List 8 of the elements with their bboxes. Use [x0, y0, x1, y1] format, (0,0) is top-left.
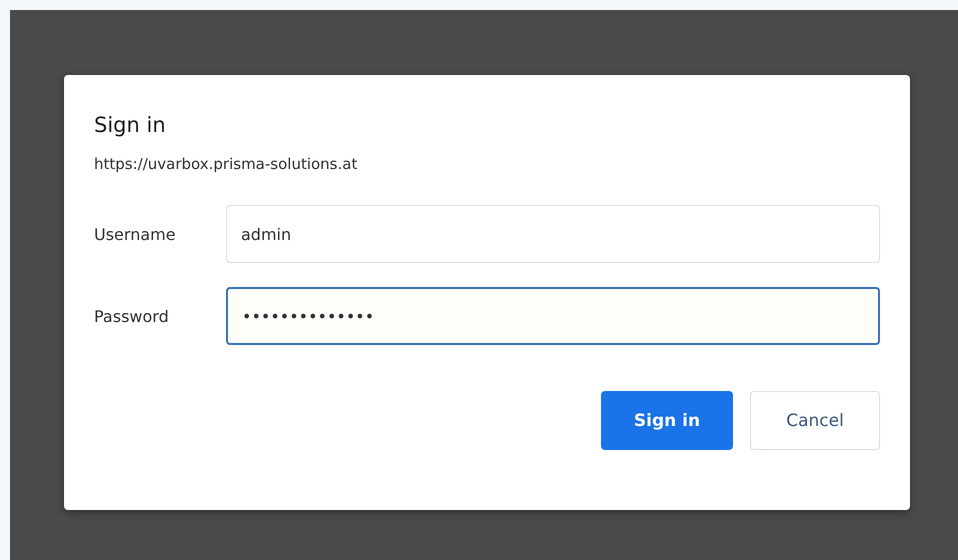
input-field[interactable]: ••••••••••••••: [226, 287, 880, 345]
cancel-button[interactable]: Cancel: [750, 391, 880, 450]
input-field[interactable]: admin: [226, 205, 880, 263]
sign-in-button[interactable]: Sign in: [601, 391, 733, 450]
dialog-title: Sign in: [94, 113, 167, 137]
field-label: Username: [94, 224, 177, 244]
site-url: https://uvarbox.prisma-solutions.at: [94, 155, 358, 173]
field-label: Password: [94, 306, 170, 326]
